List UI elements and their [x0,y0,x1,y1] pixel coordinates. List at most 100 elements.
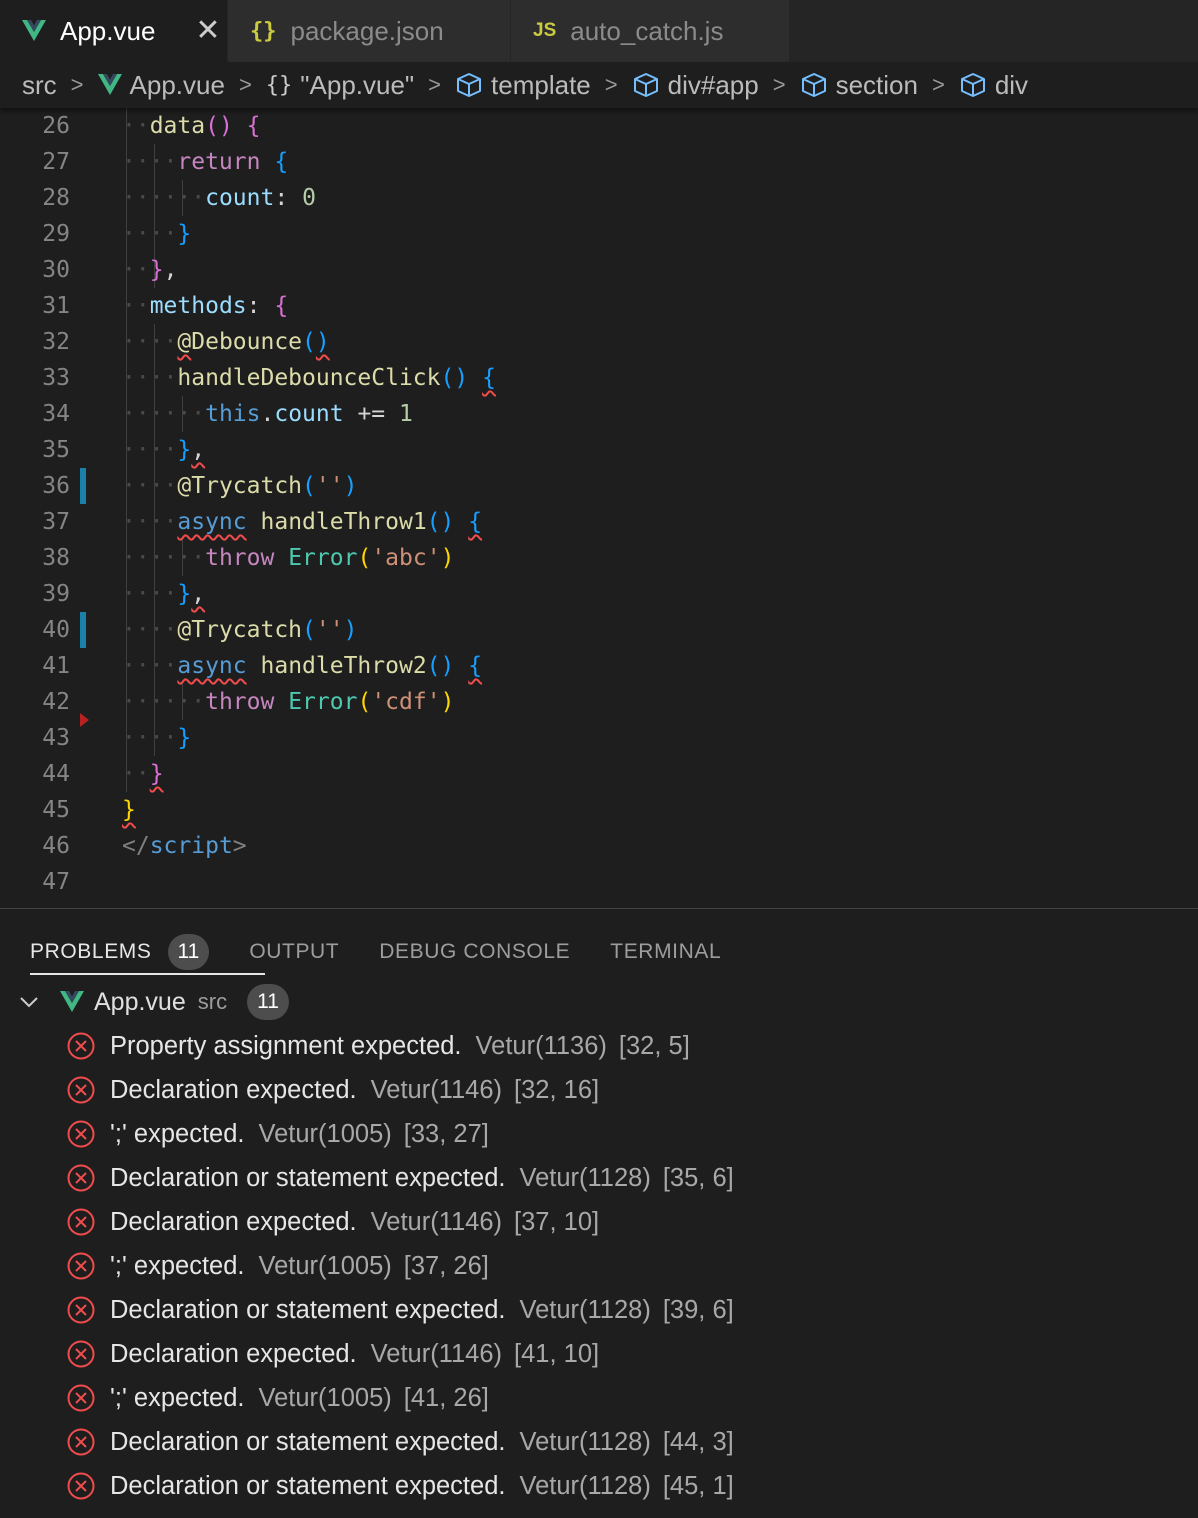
panel-tab-bar: PROBLEMS 11 OUTPUT DEBUG CONSOLE TERMINA… [30,929,761,975]
error-icon [66,1163,96,1193]
problem-source: Vetur(1005) [258,1251,392,1280]
error-icon [66,1383,96,1413]
problem-position: [41, 26] [403,1383,489,1412]
code-line: 30 ··}, [42,257,178,283]
problem-position: [39, 6] [662,1295,734,1324]
problem-position: [41, 10] [514,1339,600,1368]
tab-app-vue[interactable]: App.vue ✕ [0,0,228,62]
problem-item[interactable]: Declaration or statement expected. Vetur(… [66,1420,734,1464]
error-icon [66,1471,96,1501]
problem-item[interactable]: Declaration or statement expected. Vetur(… [66,1288,734,1332]
breadcrumb-item-template[interactable]: template [455,70,591,101]
problem-position: [35, 6] [662,1163,734,1192]
error-icon [66,1207,96,1237]
tab-auto-catch-js[interactable]: JS auto_catch.js [511,0,790,62]
breadcrumb: src > App.vue > {} "App.vue" > template … [0,62,1198,108]
problem-item[interactable]: Declaration or statement expected. Vetur(… [66,1156,734,1200]
file-problem-count-badge: 11 [247,984,289,1020]
problem-source: Vetur(1128) [519,1163,651,1192]
tab-debug-console[interactable]: DEBUG CONSOLE [379,929,570,975]
problem-message: ';' expected. [110,1251,245,1280]
problem-item[interactable]: Declaration expected. Vetur(1146) [37, 10] [66,1200,599,1244]
json-icon: {} [250,18,277,44]
problem-message: ';' expected. [110,1383,245,1412]
code-line: 29 ····} [42,221,192,247]
editor-tab-bar: App.vue ✕ {} package.json JS auto_catch.… [0,0,1198,62]
error-icon [66,1295,96,1325]
problem-message: Declaration or statement expected. [110,1163,506,1192]
code-line: 34 ······this.count += 1 [42,401,413,427]
code-line: 46 </script> [42,833,247,859]
error-icon [66,1427,96,1457]
tab-label: package.json [290,15,444,46]
code-line: 42 ······throw Error('cdf') [42,689,455,715]
js-icon: JS [533,20,557,41]
breadcrumb-item-div[interactable]: div [959,70,1028,101]
code-line: 31 ··methods: { [42,293,289,319]
problem-file-row[interactable]: App.vue src 11 [18,982,289,1022]
problem-message: Declaration or statement expected. [110,1295,506,1324]
error-icon [66,1075,96,1105]
code-line: 36 ····@Trycatch('') [42,473,358,499]
chevron-right-icon: > [70,72,84,97]
problem-source: Vetur(1005) [258,1383,392,1412]
problem-position: [32, 16] [514,1075,600,1104]
chevron-right-icon: > [604,72,618,97]
tab-problems[interactable]: PROBLEMS 11 [30,929,266,975]
problem-item[interactable]: Declaration expected. Vetur(1146) [41, 10] [66,1332,599,1376]
tab-label: auto_catch.js [570,15,724,46]
problem-source: Vetur(1128) [519,1427,651,1456]
problem-item[interactable]: Declaration or statement expected. Vetur(… [66,1464,734,1508]
problem-item[interactable]: ';' expected. Vetur(1005) [37, 26] [66,1244,489,1288]
vue-icon [60,991,84,1013]
tab-label: App.vue [60,15,156,46]
problem-message: Declaration expected. [110,1207,357,1236]
problem-position: [33, 27] [403,1119,489,1148]
problem-item[interactable]: ';' expected. Vetur(1005) [41, 26] [66,1376,489,1420]
braces-icon: {} [265,72,293,98]
code-line: 43 ····} [42,725,192,751]
breadcrumb-item-app-vue[interactable]: App.vue [97,70,225,101]
cube-icon [959,72,987,98]
chevron-right-icon: > [238,72,252,97]
cube-icon [632,72,660,98]
code-line: 37 ····async handleThrow1() { [42,509,483,535]
close-icon[interactable]: ✕ [195,16,220,46]
chevron-right-icon: > [931,72,945,97]
code-line: 33 ····handleDebounceClick() { [42,365,496,391]
cube-icon [455,72,483,98]
problem-source: Vetur(1146) [370,1207,503,1236]
error-icon [66,1119,96,1149]
problems-count-badge: 11 [167,934,210,970]
problem-position: [32, 5] [618,1031,690,1060]
problem-source: Vetur(1005) [258,1119,392,1148]
code-line: 32 ····@Debounce() [42,329,330,355]
code-line: 45 } [42,797,136,823]
breadcrumb-item-section[interactable]: section [800,70,918,101]
problem-item[interactable]: Declaration expected. Vetur(1146) [32, 16] [66,1068,599,1112]
tab-package-json[interactable]: {} package.json [228,0,511,62]
breadcrumb-item-module[interactable]: {} "App.vue" [266,70,414,101]
breadcrumb-item-src[interactable]: src [22,70,57,101]
error-icon [66,1251,96,1281]
file-name: App.vue [94,987,186,1016]
problem-source: Vetur(1146) [370,1075,503,1104]
error-icon [66,1031,96,1061]
tab-terminal[interactable]: TERMINAL [610,929,721,975]
problem-message: Declaration expected. [110,1075,357,1104]
problem-source: Vetur(1146) [370,1339,503,1368]
problem-item[interactable]: ';' expected. Vetur(1005) [33, 27] [66,1112,489,1156]
problem-source: Vetur(1136) [475,1031,607,1060]
problem-source: Vetur(1128) [519,1295,651,1324]
code-line: 27 ····return { [42,149,289,175]
tab-output[interactable]: OUTPUT [249,929,339,975]
problem-message: Declaration or statement expected. [110,1427,506,1456]
chevron-down-icon[interactable] [18,991,40,1013]
code-editor[interactable]: 26 ··data() { 27 ····return { 28 ······c… [0,108,1198,908]
problem-position: [44, 3] [662,1427,734,1456]
problem-position: [37, 10] [514,1207,600,1236]
problem-item[interactable]: Property assignment expected. Vetur(1136)… [66,1024,690,1068]
vue-icon [97,74,122,96]
breadcrumb-item-div-app[interactable]: div#app [632,70,759,101]
code-line: 26 ··data() { [42,113,261,139]
